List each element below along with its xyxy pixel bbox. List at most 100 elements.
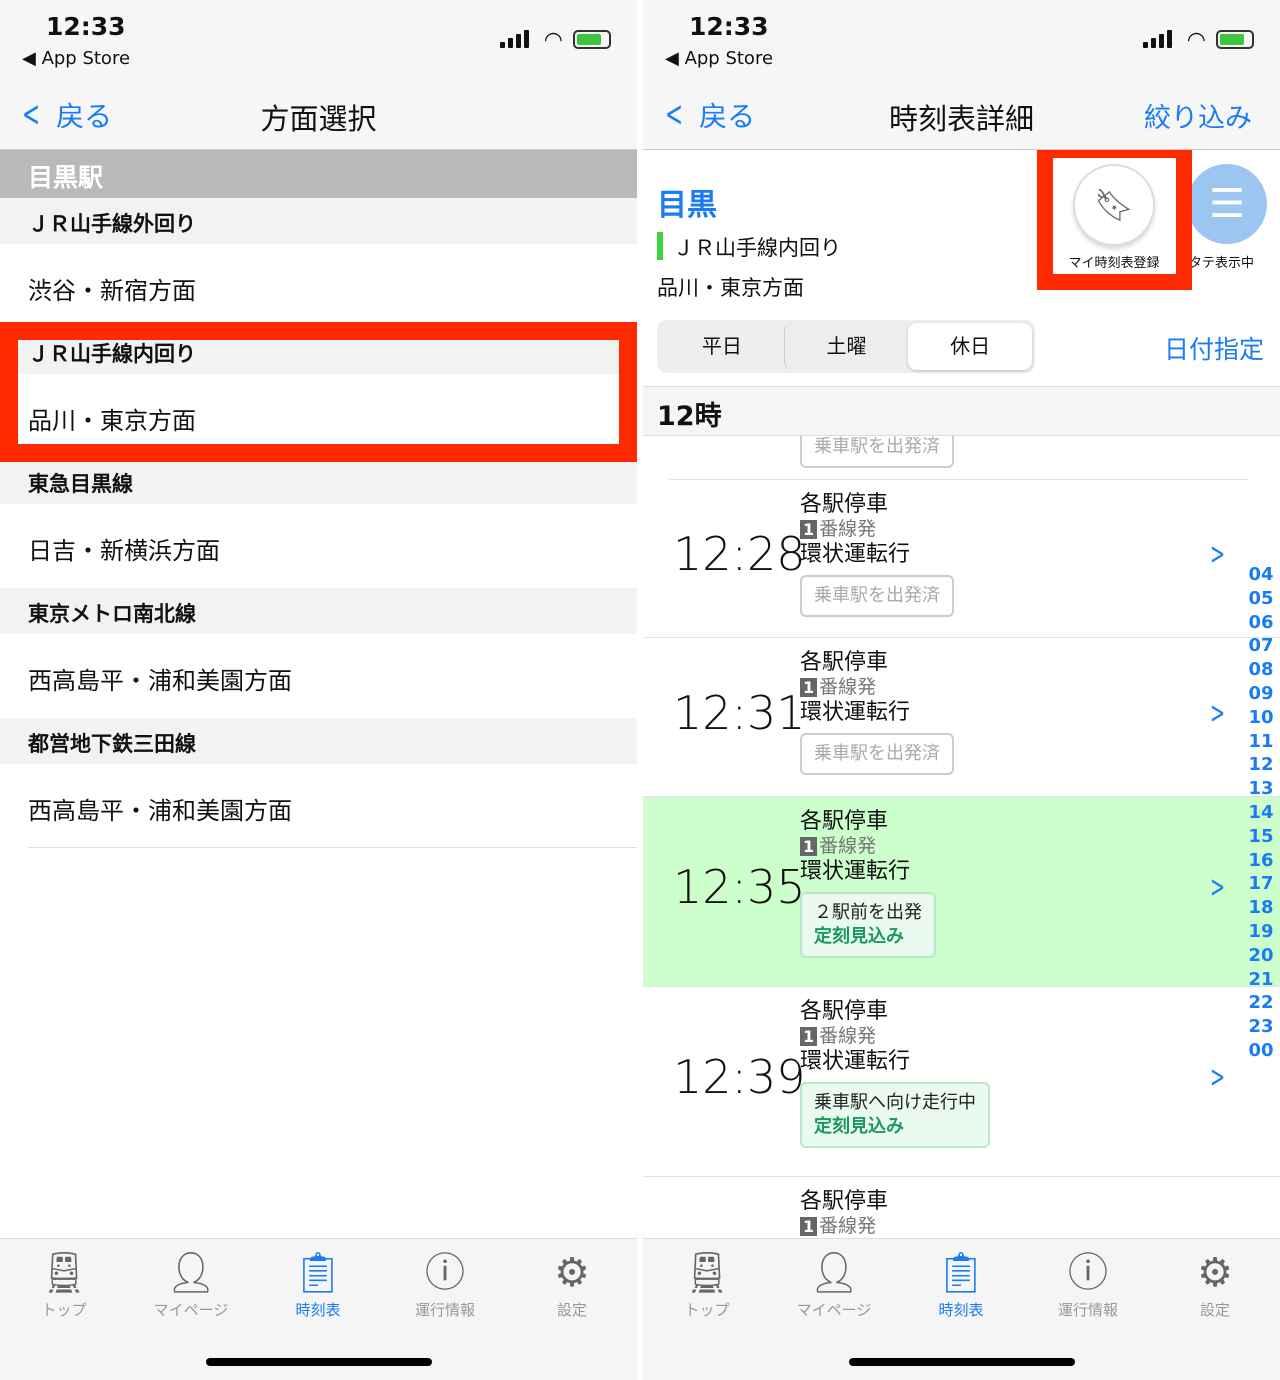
vertical-view-label: タテ表示中 <box>1189 256 1255 271</box>
platform-number: 1 <box>800 678 818 697</box>
hour-index-item[interactable]: 20 <box>1246 944 1276 968</box>
tab-saturday[interactable]: 土曜 <box>783 323 909 370</box>
date-pick-button[interactable]: 日付指定 <box>1164 330 1264 366</box>
tab-label: 設定 <box>556 1301 587 1319</box>
platform: 1 番線発 <box>800 834 936 859</box>
highlight-box <box>1037 142 1192 290</box>
hour-index-item[interactable]: 00 <box>1246 1039 1276 1063</box>
back-to-app-store[interactable]: ◀ App Store <box>22 48 130 69</box>
line-header: 東急目黒線 <box>0 458 637 504</box>
hour-index-item[interactable]: 09 <box>1246 682 1276 706</box>
timetable-detail-screen: 目黒 ＪＲ山手線内回り 品川・東京方面 🔖︎ マイ時刻表登録 ☰ タテ表示中 平… <box>643 0 1280 1380</box>
tab-label: 運行情報 <box>414 1301 475 1319</box>
tab-info[interactable]: ⓘ 運行情報 <box>395 1247 495 1320</box>
direction-row[interactable]: 西高島平・浦和美園方面 <box>28 764 637 848</box>
status-badge: 乗車駅へ向け走行中 定刻見込み <box>800 1082 990 1148</box>
hour-index-item[interactable]: 16 <box>1246 849 1276 873</box>
battery-icon <box>1216 30 1254 49</box>
line-header: ＪＲ山手線外回り <box>0 198 637 244</box>
gear-icon: ⚙ <box>1197 1250 1233 1296</box>
train-row[interactable]: 12:35 各駅停車 1 番線発 環状運転行 ２駅前を出発 定刻見込み > <box>643 797 1280 987</box>
hour-index-item[interactable]: 13 <box>1246 777 1276 801</box>
departure-time: 12:31 <box>673 685 806 740</box>
chevron-right-icon: > <box>1209 1060 1225 1095</box>
tab-train[interactable]: 🚆︎ トップ <box>657 1247 757 1320</box>
tab-info[interactable]: ⓘ 運行情報 <box>1038 1247 1138 1320</box>
platform-number: 1 <box>800 1027 818 1046</box>
train-row-partial[interactable]: 各駅停車 1 番線発 <box>643 1177 1280 1237</box>
tab-bar: 🚆︎ トップ 👤︎ マイページ 📋︎ 時刻表 ⓘ 運行情報 ⚙ 設定 <box>643 1238 1280 1380</box>
info-icon: ⓘ <box>1068 1250 1108 1296</box>
departure-time: 12:35 <box>673 860 806 914</box>
tab-label: マイページ <box>153 1301 229 1319</box>
tab-weekday[interactable]: 平日 <box>660 323 784 370</box>
train-row[interactable]: 12:28 各駅停車 1 番線発 環状運転行 乗車駅を出発済 > <box>643 480 1280 638</box>
hour-index-item[interactable]: 11 <box>1246 730 1276 754</box>
tab-person[interactable]: 👤︎ マイページ <box>784 1247 884 1320</box>
direction-row[interactable]: 西高島平・浦和美園方面 <box>0 634 637 718</box>
platform-number: 1 <box>800 1217 818 1236</box>
destination: 環状運転行 <box>800 700 911 725</box>
direction-row[interactable]: 渋谷・新宿方面 <box>0 244 637 328</box>
hour-index-item[interactable]: 05 <box>1246 587 1276 611</box>
train-row[interactable]: 12:31 各駅停車 1 番線発 環状運転行 乗車駅を出発済 > <box>643 638 1280 797</box>
hour-index-item[interactable]: 15 <box>1246 825 1276 849</box>
hour-index-item[interactable]: 12 <box>1246 753 1276 777</box>
tab-gear[interactable]: ⚙ 設定 <box>1165 1247 1265 1320</box>
tab-gear[interactable]: ⚙ 設定 <box>522 1247 622 1320</box>
platform: 1 番線発 <box>800 517 954 542</box>
hour-index[interactable]: 04 05 06 07 08 09 10 11 12 13 14 15 16 17 18 19 20 21 22 23… <box>1246 563 1276 1063</box>
departure-time: 12:28 <box>673 527 806 581</box>
hour-index-item[interactable]: 19 <box>1246 920 1276 944</box>
hour-index-item[interactable]: 10 <box>1246 706 1276 730</box>
direction-row[interactable]: 日吉・新横浜方面 <box>0 504 637 588</box>
hour-index-item[interactable]: 06 <box>1246 611 1276 635</box>
line-name: ＪＲ山手線内回り <box>673 236 841 260</box>
train-type: 各駅停車 <box>800 809 889 834</box>
tab-timetable[interactable]: 📋︎ 時刻表 <box>268 1247 368 1320</box>
person-icon: 👤︎ <box>808 1250 860 1296</box>
platform-suffix: 番線発 <box>819 835 877 857</box>
status-badge: 乗車駅を出発済 <box>800 733 954 775</box>
status-badge: ２駅前を出発 定刻見込み <box>800 892 936 958</box>
hour-index-item[interactable]: 23 <box>1246 1015 1276 1039</box>
delay-status: 定刻見込み <box>814 926 904 947</box>
train-icon: 🚆︎ <box>38 1250 90 1296</box>
departure-time: 12:39 <box>673 1050 806 1104</box>
hour-index-item[interactable]: 21 <box>1246 968 1276 992</box>
hour-index-item[interactable]: 22 <box>1246 991 1276 1015</box>
chevron-right-icon: > <box>1209 537 1225 572</box>
hour-index-item[interactable]: 07 <box>1246 634 1276 658</box>
platform-suffix: 番線発 <box>819 1215 877 1237</box>
hour-header: 12時 <box>643 386 1280 436</box>
tab-holiday[interactable]: 休日 <box>908 323 1033 370</box>
vertical-view-button[interactable]: ☰ <box>1187 164 1267 244</box>
tab-person[interactable]: 👤︎ マイページ <box>141 1247 241 1320</box>
wifi-icon: ◠ <box>543 28 563 53</box>
direction-name: 品川・東京方面 <box>657 276 804 300</box>
platform-suffix: 番線発 <box>819 1025 877 1047</box>
train-type: 各駅停車 <box>800 650 889 675</box>
highlight-box <box>0 322 637 462</box>
line-color-bar <box>657 232 663 260</box>
chevron-right-icon: > <box>1209 870 1225 905</box>
hour-index-item[interactable]: 14 <box>1246 801 1276 825</box>
train-type: 各駅停車 <box>800 999 889 1024</box>
tab-label: 時刻表 <box>295 1301 341 1319</box>
list-icon: ☰ <box>1209 181 1245 227</box>
line-header: 都営地下鉄三田線 <box>0 718 637 764</box>
hour-index-item[interactable]: 18 <box>1246 896 1276 920</box>
back-to-app-store[interactable]: ◀ App Store <box>665 48 773 69</box>
gear-icon: ⚙ <box>554 1250 590 1296</box>
status-text: 乗車駅を出発済 <box>814 743 940 764</box>
hour-index-item[interactable]: 08 <box>1246 658 1276 682</box>
filter-button[interactable]: 絞り込み <box>1144 96 1252 135</box>
tab-train[interactable]: 🚆︎ トップ <box>14 1247 114 1320</box>
tab-timetable[interactable]: 📋︎ 時刻表 <box>911 1247 1011 1320</box>
tab-label: 時刻表 <box>938 1301 984 1319</box>
hour-index-item[interactable]: 17 <box>1246 872 1276 896</box>
tab-label: 運行情報 <box>1057 1301 1118 1319</box>
hour-index-item[interactable]: 04 <box>1246 563 1276 587</box>
train-row[interactable]: 12:39 各駅停車 1 番線発 環状運転行 乗車駅へ向け走行中 定刻見込み > <box>643 987 1280 1177</box>
station-name: 目黒 <box>657 188 717 223</box>
